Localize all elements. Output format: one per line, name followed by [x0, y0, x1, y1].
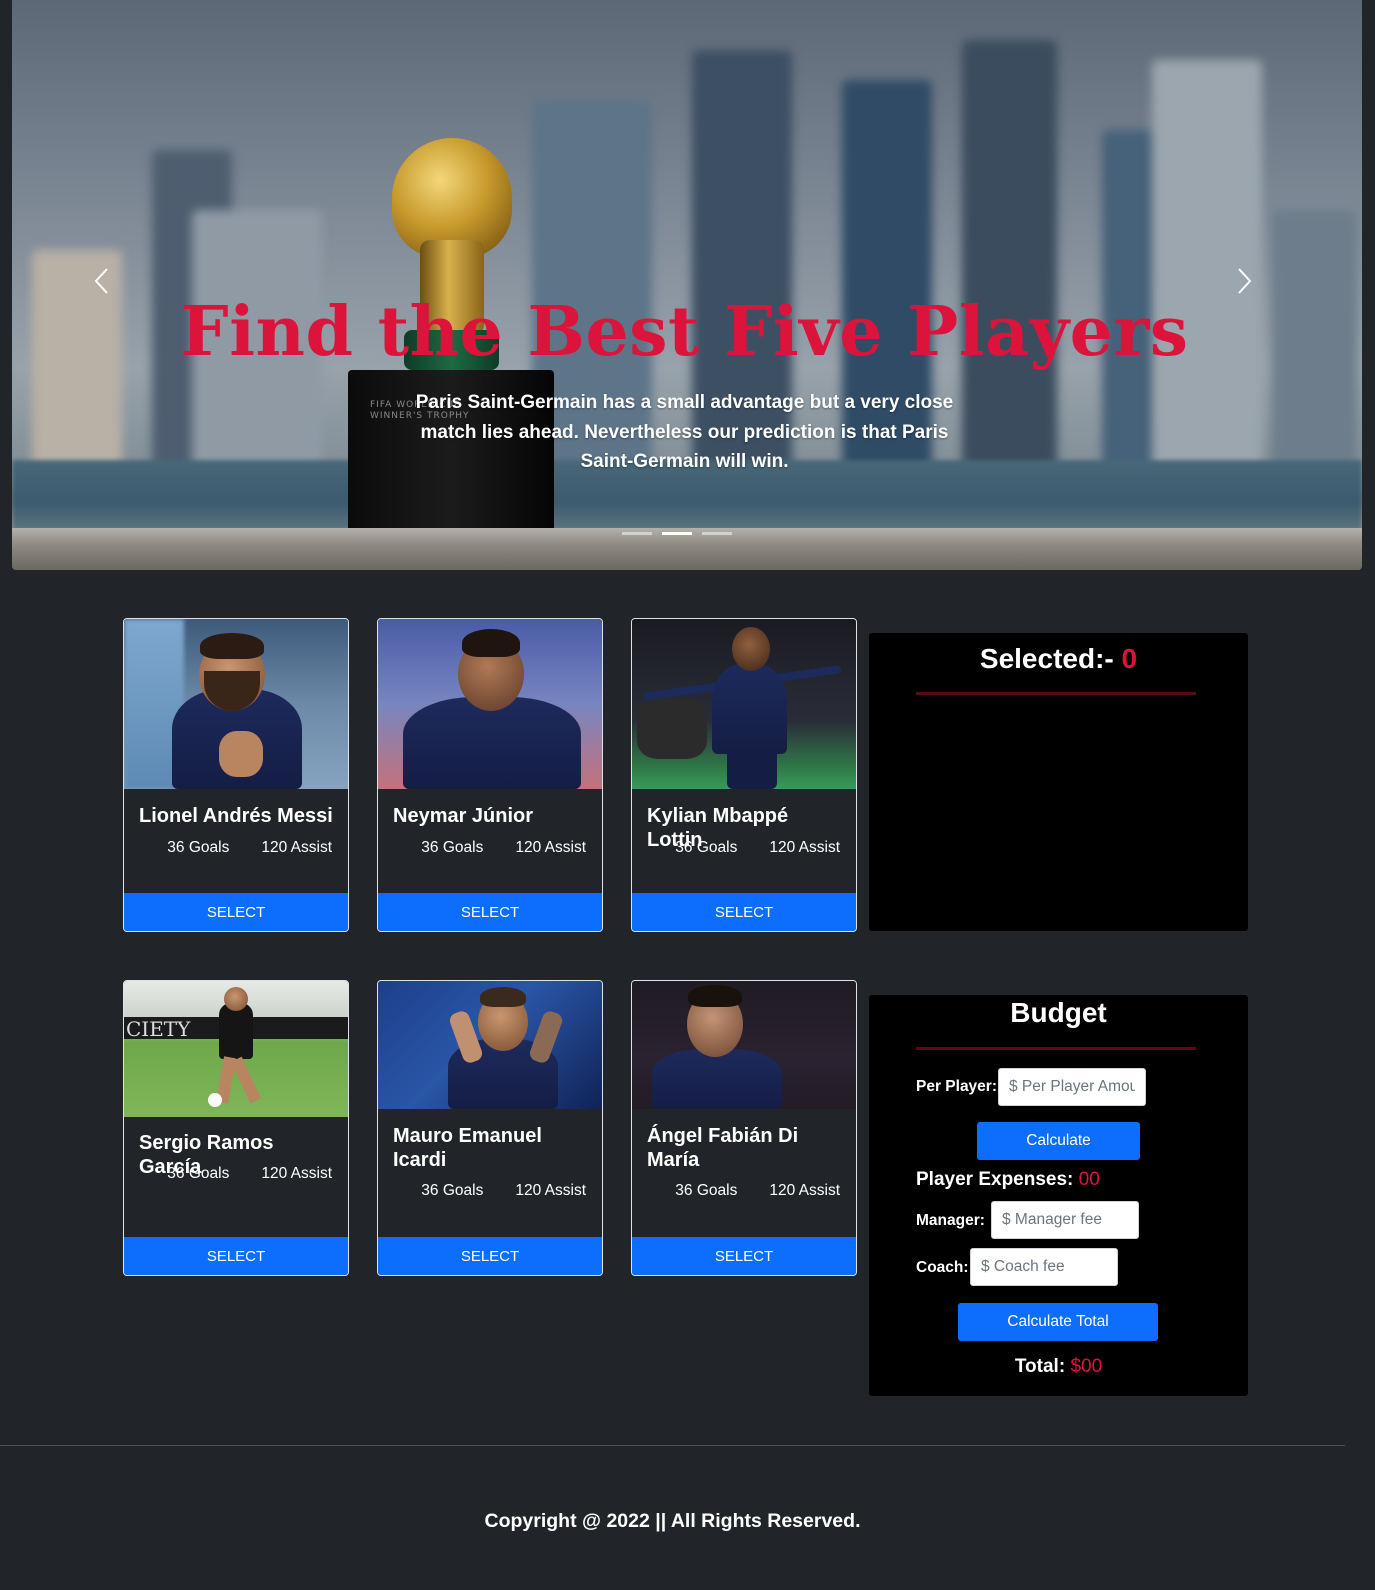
select-button-ramos[interactable]: SELECT	[124, 1237, 348, 1275]
player-stats: 36 Goals 120 Assist	[378, 839, 602, 857]
hero-subtitle: Paris Saint-Germain has a small advantag…	[415, 392, 954, 472]
player-photo	[378, 981, 602, 1109]
player-assist: 120 Assist	[769, 839, 840, 856]
calculate-total-button[interactable]: Calculate Total	[958, 1303, 1158, 1341]
player-goals: 36 Goals	[167, 1165, 230, 1182]
selected-title: Selected:- 0	[869, 643, 1248, 675]
carousel-indicator-2[interactable]	[662, 532, 692, 535]
stadium-banner: CIETY	[126, 1017, 191, 1041]
hero-title: Find the Best Five Players	[180, 292, 1189, 372]
player-goals: 36 Goals	[421, 839, 484, 856]
player-assist: 120 Assist	[515, 839, 586, 856]
select-button-messi[interactable]: SELECT	[124, 893, 348, 931]
footer-divider	[0, 1445, 1345, 1446]
coach-fee-input[interactable]	[970, 1248, 1118, 1286]
selected-label: Selected:-	[979, 643, 1114, 674]
coach-label: Coach:	[916, 1259, 969, 1276]
player-name: Ángel Fabián Di María	[647, 1125, 799, 1171]
player-expenses: Player Expenses: 00	[916, 1169, 1100, 1191]
hero-carousel: FIFA WORLD CUP WINNER'S TROPHY Find the …	[12, 0, 1362, 570]
player-goals: 36 Goals	[421, 1182, 484, 1199]
chevron-left-icon	[94, 268, 108, 294]
budget-panel: Budget Per Player: Calculate Player Expe…	[869, 995, 1248, 1396]
per-player-input[interactable]	[998, 1068, 1146, 1106]
player-card-icardi: Mauro Emanuel Icardi 36 Goals 120 Assist…	[377, 980, 603, 1276]
per-player-label: Per Player:	[916, 1078, 997, 1095]
calculate-button[interactable]: Calculate	[977, 1122, 1140, 1160]
player-expenses-label: Player Expenses:	[916, 1169, 1074, 1190]
select-button-dimaria[interactable]: SELECT	[632, 1237, 856, 1275]
player-goals: 36 Goals	[675, 1182, 738, 1199]
selected-panel: Selected:- 0	[869, 633, 1248, 931]
player-photo	[632, 619, 856, 789]
carousel-prev-button[interactable]	[92, 266, 112, 296]
footer-copyright: Copyright @ 2022 || All Rights Reserved.	[484, 1510, 861, 1532]
total-value: $00	[1070, 1356, 1103, 1377]
player-photo: CIETY	[124, 981, 348, 1117]
player-stats: 36 Goals 120 Assist	[124, 839, 348, 857]
select-button-icardi[interactable]: SELECT	[378, 1237, 602, 1275]
player-stats: 36 Goals 120 Assist	[124, 1165, 348, 1183]
player-stats: 36 Goals 120 Assist	[632, 1182, 856, 1200]
divider	[916, 1047, 1196, 1050]
player-card-dimaria: Ángel Fabián Di María 36 Goals 120 Assis…	[631, 980, 857, 1276]
player-name: Mauro Emanuel Icardi	[393, 1125, 542, 1171]
player-goals: 36 Goals	[167, 839, 230, 856]
chevron-right-icon	[1238, 268, 1252, 294]
carousel-next-button[interactable]	[1234, 266, 1254, 296]
player-assist: 120 Assist	[261, 1165, 332, 1182]
skyline-building	[962, 40, 1057, 480]
total-line: Total: $00	[869, 1356, 1248, 1378]
player-assist: 120 Assist	[261, 839, 332, 856]
selected-count: 0	[1121, 643, 1138, 674]
player-goals: 36 Goals	[675, 839, 738, 856]
budget-title: Budget	[1010, 997, 1107, 1028]
select-button-neymar[interactable]: SELECT	[378, 893, 602, 931]
player-photo	[124, 619, 348, 789]
player-stats: 36 Goals 120 Assist	[378, 1182, 602, 1200]
carousel-indicators	[622, 532, 732, 535]
carousel-indicator-1[interactable]	[622, 532, 652, 535]
carousel-indicator-3[interactable]	[702, 532, 732, 535]
player-photo	[632, 981, 856, 1109]
divider	[916, 692, 1196, 695]
player-card-mbappe: Kylian Mbappé Lottin 36 Goals 120 Assist…	[631, 618, 857, 932]
player-name: Lionel Andrés Messi	[139, 805, 333, 827]
player-card-neymar: Neymar Júnior 36 Goals 120 Assist SELECT	[377, 618, 603, 932]
player-card-messi: Lionel Andrés Messi 36 Goals 120 Assist …	[123, 618, 349, 932]
player-card-ramos: CIETY Sergio Ramos García 36 Goals 120 A…	[123, 980, 349, 1276]
player-expenses-value: 00	[1078, 1169, 1100, 1190]
player-assist: 120 Assist	[515, 1182, 586, 1199]
player-stats: 36 Goals 120 Assist	[632, 839, 856, 857]
manager-label: Manager:	[916, 1212, 985, 1229]
select-button-mbappe[interactable]: SELECT	[632, 893, 856, 931]
player-photo	[378, 619, 602, 789]
total-label: Total:	[1014, 1356, 1066, 1377]
player-assist: 120 Assist	[769, 1182, 840, 1199]
player-name: Neymar Júnior	[393, 805, 534, 827]
manager-fee-input[interactable]	[991, 1201, 1139, 1239]
